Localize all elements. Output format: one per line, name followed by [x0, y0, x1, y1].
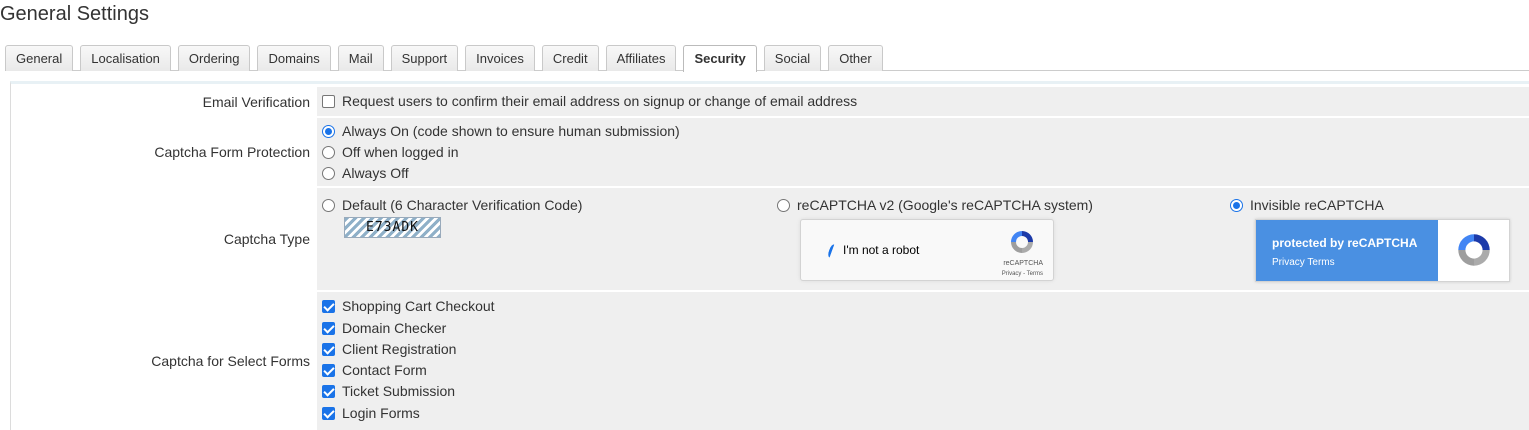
recaptcha-v2-links[interactable]: Privacy - Terms — [1002, 271, 1043, 277]
captcha-always-off-option[interactable]: Always Off — [322, 165, 409, 181]
tab-other[interactable]: Other — [828, 45, 883, 71]
tab-social[interactable]: Social — [763, 45, 822, 71]
recaptcha-spinner-icon — [826, 243, 838, 259]
captcha-form-item[interactable]: Login Forms — [322, 405, 420, 421]
captcha-always-on-text: Always On (code shown to ensure human su… — [342, 123, 680, 139]
captcha-type-invisible-radio[interactable] — [1230, 198, 1243, 212]
settings-panel: Email Verification Request users to conf… — [10, 81, 1529, 430]
tab-ordering[interactable]: Ordering — [177, 45, 251, 71]
invisible-recaptcha-line1: protected by reCAPTCHA — [1272, 236, 1418, 250]
captcha-always-on-radio[interactable] — [322, 124, 335, 138]
captcha-forms-field: Shopping Cart Checkout Domain Checker Cl… — [317, 292, 1529, 430]
email-verification-checkbox[interactable] — [322, 94, 335, 108]
captcha-code-image: E73ADK — [344, 217, 441, 238]
captcha-form-item-label: Contact Form — [342, 362, 427, 378]
captcha-type-default-text: Default (6 Character Verification Code) — [342, 197, 583, 213]
email-verification-text: Request users to confirm their email add… — [342, 93, 858, 109]
captcha-type-field: Default (6 Character Verification Code) … — [317, 188, 1529, 290]
captcha-off-logged-in-option[interactable]: Off when logged in — [322, 144, 459, 160]
captcha-form-item-label: Client Registration — [342, 341, 457, 357]
captcha-form-item[interactable]: Client Registration — [322, 341, 456, 357]
captcha-type-row: Captcha Type Default (6 Character Verifi… — [11, 188, 1529, 290]
captcha-form-item-label: Login Forms — [342, 405, 420, 421]
captcha-protection-row: Captcha Form Protection Always On (code … — [11, 118, 1529, 186]
page-title: General Settings — [0, 3, 149, 25]
captcha-form-checkbox[interactable] — [322, 299, 335, 313]
tab-affiliates[interactable]: Affiliates — [605, 45, 677, 71]
invisible-recaptcha-line2[interactable]: Privacy Terms — [1272, 257, 1335, 268]
captcha-off-logged-in-text: Off when logged in — [342, 144, 459, 160]
email-verification-label: Email Verification — [202, 93, 310, 110]
captcha-form-checkbox[interactable] — [322, 321, 335, 335]
recaptcha-logo-icon — [1011, 231, 1033, 253]
captcha-type-invisible-option[interactable]: Invisible reCAPTCHA — [1230, 197, 1384, 213]
tab-domains[interactable]: Domains — [257, 45, 331, 71]
email-verification-field: Request users to confirm their email add… — [317, 87, 1529, 116]
captcha-form-checkbox[interactable] — [322, 406, 335, 420]
captcha-form-checkbox[interactable] — [322, 384, 335, 398]
captcha-type-label: Captcha Type — [223, 231, 310, 247]
recaptcha-badge-logo-icon — [1458, 234, 1490, 266]
captcha-form-item[interactable]: Domain Checker — [322, 320, 446, 336]
captcha-forms-row: Captcha for Select Forms Shopping Cart C… — [11, 292, 1529, 430]
settings-tabs: General Localisation Ordering Domains Ma… — [5, 45, 1529, 72]
captcha-form-checkbox[interactable] — [322, 363, 335, 377]
invisible-recaptcha-banner: protected by reCAPTCHA Privacy Terms — [1256, 220, 1438, 281]
captcha-form-item-label: Ticket Submission — [342, 383, 456, 399]
email-verification-option[interactable]: Request users to confirm their email add… — [322, 93, 857, 109]
tab-credit[interactable]: Credit — [541, 45, 599, 71]
captcha-off-logged-in-radio[interactable] — [322, 145, 335, 159]
invisible-recaptcha-badge: protected by reCAPTCHA Privacy Terms — [1255, 219, 1510, 282]
captcha-form-item[interactable]: Ticket Submission — [322, 383, 455, 399]
captcha-forms-label: Captcha for Select Forms — [151, 353, 310, 369]
recaptcha-v2-widget[interactable]: I'm not a robot reCAPTCHA Privacy - Term… — [800, 219, 1054, 281]
tab-support[interactable]: Support — [390, 45, 459, 71]
captcha-form-item-label: Shopping Cart Checkout — [342, 298, 495, 314]
tab-general[interactable]: General — [5, 45, 74, 71]
captcha-protection-field: Always On (code shown to ensure human su… — [317, 118, 1529, 186]
captcha-type-default-radio[interactable] — [322, 198, 335, 212]
recaptcha-v2-brand: reCAPTCHA — [1003, 260, 1043, 267]
captcha-form-checkbox[interactable] — [322, 342, 335, 356]
tab-invoices[interactable]: Invoices — [465, 45, 535, 71]
captcha-type-invisible-text: Invisible reCAPTCHA — [1250, 197, 1384, 213]
captcha-form-item-label: Domain Checker — [342, 320, 447, 336]
tab-localisation[interactable]: Localisation — [80, 45, 171, 71]
captcha-type-default-option[interactable]: Default (6 Character Verification Code) — [322, 197, 582, 213]
captcha-always-off-text: Always Off — [342, 165, 409, 181]
tab-security[interactable]: Security — [683, 45, 757, 72]
captcha-protection-label: Captcha Form Protection — [154, 144, 310, 160]
email-verification-row: Email Verification Request users to conf… — [11, 87, 1529, 116]
tab-mail[interactable]: Mail — [337, 45, 384, 71]
captcha-form-item[interactable]: Contact Form — [322, 362, 427, 378]
recaptcha-v2-checkbox-text: I'm not a robot — [843, 243, 920, 257]
captcha-form-item[interactable]: Shopping Cart Checkout — [322, 298, 495, 314]
captcha-type-recaptcha-v2-option[interactable]: reCAPTCHA v2 (Google's reCAPTCHA system) — [777, 197, 1093, 213]
captcha-always-on-option[interactable]: Always On (code shown to ensure human su… — [322, 123, 680, 139]
captcha-always-off-radio[interactable] — [322, 166, 335, 180]
captcha-type-recaptcha-v2-radio[interactable] — [777, 198, 790, 212]
captcha-type-recaptcha-v2-text: reCAPTCHA v2 (Google's reCAPTCHA system) — [797, 197, 1093, 213]
